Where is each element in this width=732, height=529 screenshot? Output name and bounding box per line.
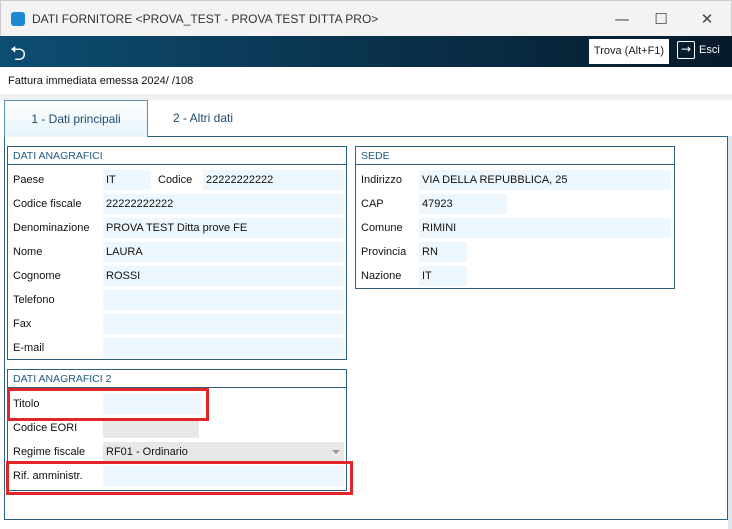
email-field[interactable] bbox=[103, 338, 344, 358]
title-bar: DATI FORNITORE <PROVA_TEST - PROVA TEST … bbox=[0, 0, 732, 36]
exit-icon[interactable]: → bbox=[677, 41, 695, 59]
codice-label: Codice bbox=[158, 174, 193, 186]
document-subtitle: Fattura immediata emessa 2024/ /108 bbox=[8, 75, 194, 87]
indirizzo-field[interactable]: VIA DELLA REPUBBLICA, 25 bbox=[419, 170, 671, 190]
comune-label: Comune bbox=[361, 222, 403, 234]
paese-field[interactable]: IT bbox=[103, 170, 151, 190]
nazione-field[interactable]: IT bbox=[419, 266, 467, 286]
chevron-down-icon bbox=[332, 450, 340, 454]
provincia-field[interactable]: RN bbox=[419, 242, 467, 262]
denominazione-label: Denominazione bbox=[13, 222, 90, 234]
indirizzo-label: Indirizzo bbox=[361, 174, 402, 186]
codice-fiscale-field[interactable]: 22222222222 bbox=[103, 194, 344, 214]
regime-fiscale-select[interactable]: RF01 - Ordinario bbox=[103, 442, 344, 462]
group-title: DATI ANAGRAFICI bbox=[8, 147, 346, 165]
group-dati-anagrafici: DATI ANAGRAFICI Paese IT Codice 22222222… bbox=[7, 146, 347, 360]
undo-arrow-icon[interactable]: ⮌ bbox=[10, 39, 26, 73]
window-title: DATI FORNITORE <PROVA_TEST - PROVA TEST … bbox=[32, 12, 379, 26]
app-icon bbox=[11, 12, 25, 26]
find-button[interactable]: Trova (Alt+F1) bbox=[589, 39, 669, 64]
fax-field[interactable] bbox=[103, 314, 344, 334]
exit-button[interactable]: Esci bbox=[699, 44, 720, 56]
telefono-label: Telefono bbox=[13, 294, 55, 306]
cognome-field[interactable]: ROSSI bbox=[103, 266, 344, 286]
group-title: DATI ANAGRAFICI 2 bbox=[8, 370, 346, 388]
nazione-label: Nazione bbox=[361, 270, 402, 282]
cognome-label: Cognome bbox=[13, 270, 61, 282]
regime-fiscale-label: Regime fiscale bbox=[13, 446, 86, 458]
group-title: SEDE bbox=[356, 147, 674, 165]
minimize-button[interactable]: — bbox=[612, 9, 632, 29]
tab-dati-principali[interactable]: 1 - Dati principali bbox=[4, 100, 148, 137]
telefono-field[interactable] bbox=[103, 290, 344, 310]
close-button[interactable]: ✕ bbox=[697, 9, 717, 29]
codice-eori-label: Codice EORI bbox=[13, 422, 78, 434]
email-label: E-mail bbox=[13, 342, 45, 354]
cap-field[interactable]: 47923 bbox=[419, 194, 507, 214]
toolbar: ⮌ Trova (Alt+F1) → Esci bbox=[0, 36, 732, 67]
paese-label: Paese bbox=[13, 174, 45, 186]
fax-label: Fax bbox=[13, 318, 32, 330]
background-window bbox=[728, 136, 732, 529]
denominazione-field[interactable]: PROVA TEST Ditta prove FE bbox=[103, 218, 344, 238]
highlight-box-titolo bbox=[7, 388, 209, 421]
highlight-box-rif-amministr bbox=[6, 461, 353, 495]
nome-label: Nome bbox=[13, 246, 43, 258]
tab-altri-dati[interactable]: 2 - Altri dati bbox=[148, 100, 258, 137]
cap-label: CAP bbox=[361, 198, 384, 210]
group-sede: SEDE Indirizzo VIA DELLA REPUBBLICA, 25 … bbox=[355, 146, 675, 289]
codice-fiscale-label: Codice fiscale bbox=[13, 198, 82, 210]
codice-eori-field[interactable] bbox=[103, 418, 199, 438]
nome-field[interactable]: LAURA bbox=[103, 242, 344, 262]
regime-fiscale-value: RF01 - Ordinario bbox=[106, 446, 188, 458]
maximize-button[interactable]: ☐ bbox=[651, 9, 671, 29]
codice-field[interactable]: 22222222222 bbox=[203, 170, 344, 190]
provincia-label: Provincia bbox=[361, 246, 407, 258]
comune-field[interactable]: RIMINI bbox=[419, 218, 671, 238]
